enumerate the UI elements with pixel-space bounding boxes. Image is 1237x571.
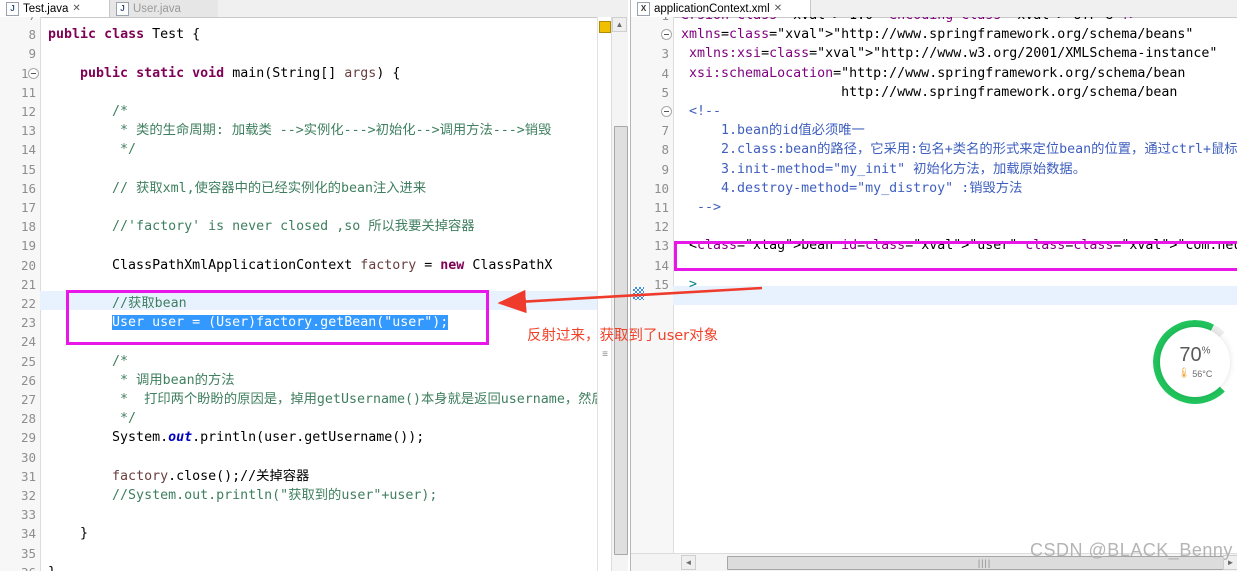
code-line[interactable]: } bbox=[48, 524, 88, 543]
gauge-temperature-value: 56°C bbox=[1192, 368, 1213, 379]
code-line[interactable]: User user = (User)factory.getBean("user"… bbox=[48, 313, 449, 332]
left-overview-ruler[interactable] bbox=[597, 17, 612, 571]
java-file-icon: J bbox=[6, 1, 19, 16]
gauge-percent: 70% bbox=[1179, 345, 1210, 365]
gauge-percent-suffix: % bbox=[1201, 345, 1211, 357]
code-line[interactable]: //'factory' is never closed ,so 所以我要关掉容器 bbox=[48, 217, 475, 236]
gauge-inner: 70% 🌡 56°C bbox=[1160, 327, 1230, 397]
code-line[interactable]: * 调用bean的方法 bbox=[48, 371, 235, 390]
left-editor-pane: J Test.java ✕ J User.java 78910111213141… bbox=[0, 0, 628, 571]
code-line[interactable]: --> bbox=[681, 198, 721, 217]
code-line[interactable]: /* bbox=[48, 352, 128, 371]
code-line[interactable]: xmlns=class="xval">"http://www.springfra… bbox=[681, 25, 1193, 44]
left-code-area[interactable]: 7891011121314151617181920212223242526272… bbox=[0, 17, 628, 571]
code-line[interactable]: 3.init-method="my_init" 初始化方法，加载原始数据。 bbox=[681, 160, 1086, 179]
tab-label: Test.java bbox=[23, 2, 69, 15]
close-icon[interactable]: ✕ bbox=[774, 3, 782, 14]
eclipse-ide-window: J Test.java ✕ J User.java 78910111213141… bbox=[0, 0, 1237, 571]
code-line[interactable]: } bbox=[48, 563, 56, 571]
code-line[interactable]: public static void main(String[] args) { bbox=[48, 64, 400, 83]
scroll-thumb-grip-icon: |||| bbox=[977, 558, 992, 568]
code-line[interactable]: //System.out.println("获取到的user"+user); bbox=[48, 486, 437, 505]
annotation-label: 反射过来，获取到了user对象 bbox=[527, 328, 719, 344]
thermometer-icon: 🌡 bbox=[1177, 368, 1191, 379]
gauge-percent-value: 70 bbox=[1179, 344, 1202, 366]
code-line[interactable]: * 类的生命周期: 加载类 -->实例化--->初始化-->调用方法--->销毁 bbox=[48, 121, 551, 140]
tab-test-java[interactable]: J Test.java ✕ bbox=[0, 0, 110, 17]
scroll-left-arrow-icon[interactable]: ◄ bbox=[681, 555, 696, 570]
code-line[interactable]: /* bbox=[48, 102, 128, 121]
left-code-text[interactable]: public class Test { public static void m… bbox=[0, 17, 628, 571]
scroll-up-arrow-icon[interactable]: ▲ bbox=[612, 17, 627, 32]
code-line[interactable]: 1.bean的id值必须唯一 bbox=[681, 121, 865, 140]
code-line[interactable]: xmlns:xsi=class="xval">"http://www.w3.or… bbox=[681, 44, 1217, 63]
close-icon[interactable]: ✕ bbox=[72, 3, 80, 14]
code-line[interactable]: ersion=class="xval">"1.0" encoding=class… bbox=[681, 17, 1137, 25]
edit-change-marker: ≡ bbox=[602, 349, 608, 360]
code-line[interactable]: ClassPathXmlApplicationContext factory =… bbox=[48, 256, 552, 275]
code-line[interactable]: <class="xtag">bean id=class="xval">"user… bbox=[681, 236, 1237, 255]
left-editor-tabbar: J Test.java ✕ J User.java bbox=[0, 0, 628, 18]
code-line[interactable]: // 获取xml,使容器中的已经实例化的bean注入进来 bbox=[48, 179, 426, 198]
gauge-temperature: 🌡 56°C bbox=[1178, 368, 1213, 379]
right-code-area[interactable]: 123456789101112131415 ersion=class="xval… bbox=[631, 17, 1237, 571]
code-line[interactable]: */ bbox=[48, 409, 136, 428]
code-line[interactable]: System.out.println(user.getUsername()); bbox=[48, 428, 424, 447]
code-line[interactable]: 4.destroy-method="my_distroy" :销毁方法 bbox=[681, 179, 1022, 198]
tab-label: User.java bbox=[133, 2, 181, 15]
code-line[interactable]: http://www.springframework.org/schema/be… bbox=[681, 83, 1177, 102]
code-line[interactable]: factory.close();//关掉容器 bbox=[48, 467, 309, 486]
tab-label: applicationContext.xml bbox=[654, 2, 770, 15]
performance-gauge-widget[interactable]: 70% 🌡 56°C bbox=[1153, 320, 1237, 404]
java-file-icon: J bbox=[116, 1, 129, 16]
code-line[interactable]: * 打印两个盼盼的原因是，掉用getUsername()本身就是返回userna… bbox=[48, 390, 618, 409]
tab-application-context-xml[interactable]: X applicationContext.xml ✕ bbox=[631, 0, 811, 17]
xml-file-icon: X bbox=[637, 1, 650, 16]
overview-warning-marker[interactable] bbox=[599, 21, 611, 33]
code-line[interactable]: 2.class:bean的路径，它采用:包名+类名的形式来定位bean的位置，通… bbox=[681, 140, 1237, 159]
code-line[interactable]: > bbox=[681, 275, 697, 294]
code-line[interactable]: <!-- bbox=[681, 102, 721, 121]
code-line[interactable]: */ bbox=[48, 140, 136, 159]
right-editor-tabbar: X applicationContext.xml ✕ bbox=[631, 0, 1237, 18]
watermark: CSDN @BLACK_Benny bbox=[1030, 540, 1233, 560]
right-code-text[interactable]: ersion=class="xval">"1.0" encoding=class… bbox=[631, 17, 1237, 571]
left-vertical-scrollbar[interactable]: ▲ bbox=[611, 17, 628, 571]
right-editor-pane: X applicationContext.xml ✕ 1234567891011… bbox=[630, 0, 1237, 571]
code-line[interactable]: //获取bean bbox=[48, 294, 187, 313]
tab-user-java[interactable]: J User.java bbox=[110, 0, 218, 17]
code-line[interactable]: xsi:schemaLocation="http://www.springfra… bbox=[681, 64, 1185, 83]
code-line[interactable]: public class Test { bbox=[48, 25, 200, 44]
